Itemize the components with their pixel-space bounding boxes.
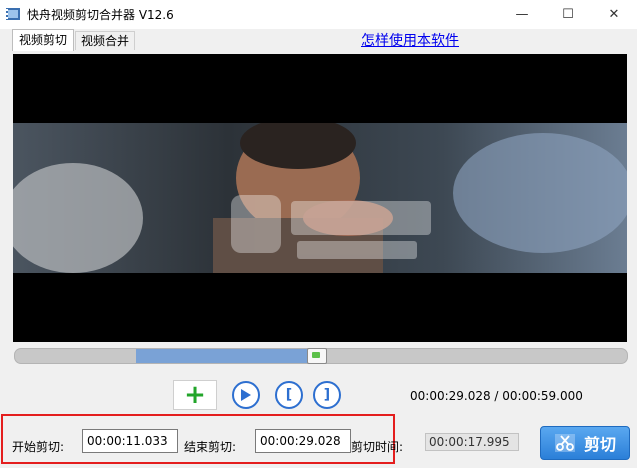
- bracket-left-icon: [: [285, 387, 293, 403]
- playhead-handle[interactable]: [307, 348, 328, 364]
- timeline-slider[interactable]: [14, 348, 628, 364]
- video-frame: [13, 123, 627, 273]
- cut-button[interactable]: 剪切: [540, 426, 630, 460]
- end-cut-label: 结束剪切:: [184, 440, 237, 454]
- mark-in-button[interactable]: [: [275, 381, 303, 409]
- window-title: 快舟视频剪切合并器 V12.6: [27, 8, 174, 22]
- end-cut-input[interactable]: [255, 429, 351, 453]
- cut-button-label: 剪切: [583, 435, 616, 454]
- title-bar: 快舟视频剪切合并器 V12.6 — ☐ ✕: [0, 0, 637, 29]
- play-button[interactable]: [232, 381, 260, 409]
- start-cut-input[interactable]: [82, 429, 178, 453]
- tab-video-merge[interactable]: 视频合并: [75, 31, 136, 50]
- bracket-right-icon: ]: [323, 387, 331, 403]
- minimize-button[interactable]: —: [499, 0, 545, 29]
- play-icon: [241, 389, 251, 401]
- video-preview: [13, 54, 627, 342]
- add-button[interactable]: +: [173, 380, 217, 410]
- close-icon: ✕: [608, 7, 620, 22]
- cut-duration-label: 剪切时间:: [351, 440, 404, 454]
- maximize-icon: ☐: [562, 7, 574, 22]
- main-panel: 视频剪切 视频合并 怎样使用本软件 + [] 00:00:29.028 / 0…: [0, 29, 637, 468]
- tab-video-cut[interactable]: 视频剪切: [12, 29, 75, 51]
- minimize-icon: —: [515, 7, 529, 22]
- start-cut-label: 开始剪切:: [12, 440, 65, 454]
- playback-position: 00:00:29.028 / 00:00:59.000: [410, 389, 583, 403]
- plus-icon: +: [184, 380, 206, 410]
- app-icon: [6, 8, 20, 20]
- help-link[interactable]: 怎样使用本软件: [361, 30, 459, 50]
- mark-out-button[interactable]: ]: [313, 381, 341, 409]
- scissors-icon: [554, 434, 575, 452]
- selected-range: [135, 349, 317, 363]
- cut-duration-value: 00:00:17.995: [425, 433, 519, 451]
- close-button[interactable]: ✕: [591, 0, 637, 29]
- maximize-button[interactable]: ☐: [545, 0, 591, 29]
